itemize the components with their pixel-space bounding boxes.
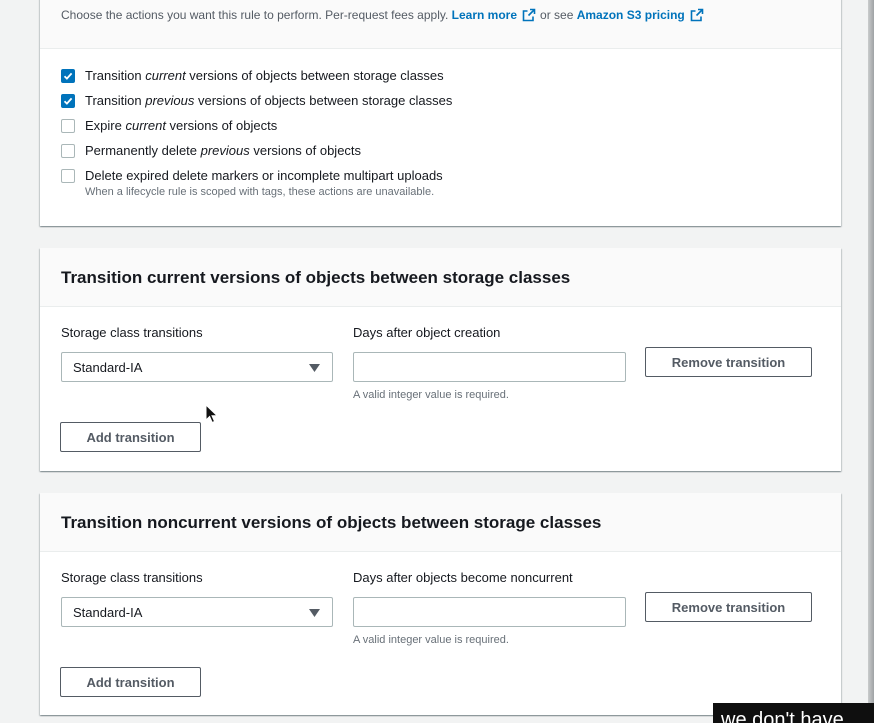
checkmark-icon — [63, 97, 73, 105]
window-edge — [868, 0, 874, 719]
storage-class-select[interactable]: Standard-IA — [61, 597, 333, 627]
option-label: Transition previous versions of objects … — [85, 93, 453, 108]
checkbox-transition-current[interactable] — [61, 69, 75, 83]
checkbox-delete-markers[interactable] — [61, 169, 75, 183]
rule-actions-panel: Choose the actions you want this rule to… — [40, 0, 841, 226]
selected-storage-class: Standard-IA — [73, 605, 143, 620]
option-label: Transition current versions of objects b… — [85, 68, 444, 83]
validation-hint: A valid integer value is required. — [353, 389, 509, 401]
rule-actions-header: Choose the actions you want this rule to… — [40, 0, 841, 49]
panel-title: Transition noncurrent versions of object… — [61, 513, 602, 532]
storage-class-label: Storage class transitions — [61, 570, 203, 585]
external-link-icon[interactable] — [690, 8, 704, 22]
add-transition-button[interactable]: Add transition — [60, 667, 201, 697]
remove-transition-button[interactable]: Remove transition — [645, 347, 812, 377]
remove-transition-button[interactable]: Remove transition — [645, 592, 812, 622]
panel-title: Transition current versions of objects b… — [61, 268, 571, 287]
days-input[interactable] — [353, 597, 626, 627]
mouse-cursor-icon — [205, 404, 218, 424]
caret-down-icon — [309, 364, 320, 372]
caret-down-icon — [309, 609, 320, 617]
selected-storage-class: Standard-IA — [73, 360, 143, 375]
days-label: Days after objects become noncurrent — [353, 570, 573, 585]
option-label: Delete expired delete markers or incompl… — [85, 168, 443, 183]
storage-class-select[interactable]: Standard-IA — [61, 352, 333, 382]
video-caption: we don't have — [713, 703, 874, 723]
noncurrent-transition-panel: Transition noncurrent versions of object… — [40, 493, 841, 715]
option-label: Permanently delete previous versions of … — [85, 143, 362, 158]
checkmark-icon — [63, 72, 73, 80]
description-text: Choose the actions you want this rule to… — [61, 8, 449, 22]
s3-pricing-link[interactable]: Amazon S3 pricing — [577, 8, 685, 22]
option-label: Expire current versions of objects — [85, 118, 278, 133]
days-input[interactable] — [353, 352, 626, 382]
current-transition-panel: Transition current versions of objects b… — [40, 248, 841, 471]
noncurrent-transition-header: Transition noncurrent versions of object… — [40, 493, 841, 552]
external-link-icon[interactable] — [522, 8, 536, 22]
checkbox-transition-previous[interactable] — [61, 94, 75, 108]
current-transition-header: Transition current versions of objects b… — [40, 248, 841, 307]
checkbox-expire-current[interactable] — [61, 119, 75, 133]
checkbox-delete-previous[interactable] — [61, 144, 75, 158]
rule-actions-description: Choose the actions you want this rule to… — [61, 8, 708, 22]
or-see-text: or see — [540, 8, 574, 22]
add-transition-button[interactable]: Add transition — [60, 422, 201, 452]
validation-hint: A valid integer value is required. — [353, 634, 509, 646]
option-note: When a lifecycle rule is scoped with tag… — [85, 186, 435, 198]
storage-class-label: Storage class transitions — [61, 325, 203, 340]
days-label: Days after object creation — [353, 325, 501, 340]
learn-more-link[interactable]: Learn more — [452, 8, 517, 22]
